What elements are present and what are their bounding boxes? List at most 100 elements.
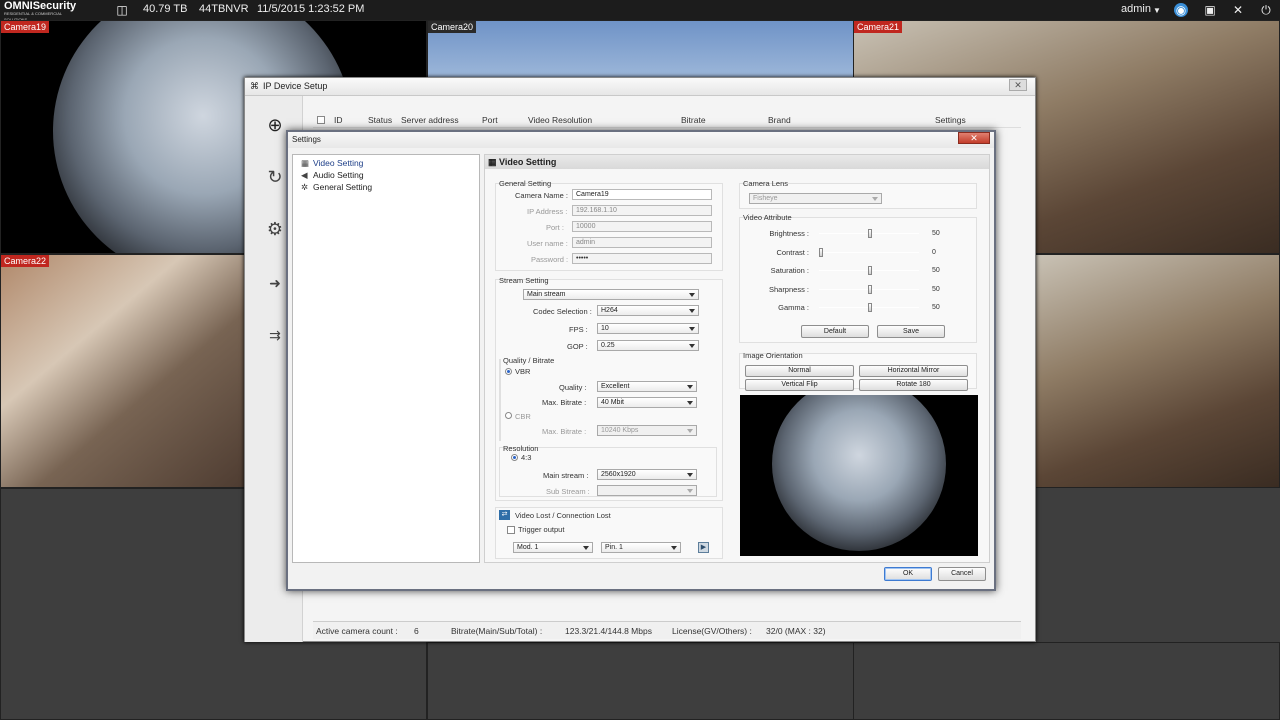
sub-stream-resolution-select[interactable] <box>597 485 697 496</box>
attribute-slider-handle[interactable] <box>868 229 872 238</box>
fps-select[interactable]: 10 <box>597 323 699 334</box>
export-icon[interactable]: ⇉ <box>264 324 286 346</box>
attribute-slider-track[interactable] <box>819 251 919 253</box>
settings-tree: ▦ Video Setting ◀ Audio Setting ✲ General S… <box>292 154 480 563</box>
column-header[interactable]: ID <box>334 115 343 125</box>
attribute-value: 50 <box>932 267 940 274</box>
camera-tile-empty[interactable] <box>853 642 1280 720</box>
port-field[interactable]: 10000 <box>572 221 712 232</box>
pin-select[interactable]: Pin. 1 <box>601 542 681 553</box>
license-label: License(GV/Others) : <box>672 626 752 636</box>
ip-address-label: IP Address : <box>527 207 568 216</box>
column-header[interactable]: Brand <box>768 115 791 125</box>
column-header[interactable]: Bitrate <box>681 115 706 125</box>
camera-tile-empty[interactable] <box>427 642 854 720</box>
preview-image <box>772 395 946 551</box>
column-header[interactable]: Status <box>368 115 392 125</box>
quality-bitrate-group <box>499 359 501 441</box>
column-header[interactable]: Video Resolution <box>528 115 592 125</box>
ip-address-field[interactable]: 192.168.1.10 <box>572 205 712 216</box>
vertical-flip-button[interactable]: Vertical Flip <box>745 379 854 391</box>
play-test-icon[interactable]: ▶ <box>698 542 709 553</box>
normal-button[interactable]: Normal <box>745 365 854 377</box>
quality-select[interactable]: Excellent <box>597 381 697 392</box>
speaker-icon: ◀ <box>301 170 308 180</box>
main-stream-label: Main stream : <box>543 471 589 480</box>
stream-select[interactable]: Main stream <box>523 289 699 300</box>
save-button[interactable]: Save <box>877 325 945 338</box>
cbr-radio[interactable] <box>505 412 512 419</box>
device-table-header: ID Status Server address Port Video Reso… <box>313 112 1021 128</box>
vbr-radio[interactable] <box>505 368 512 375</box>
attribute-slider-handle[interactable] <box>868 266 872 275</box>
camera-preview <box>740 395 978 556</box>
tree-item-video-setting[interactable]: ▦ Video Setting <box>301 158 363 169</box>
power-icon[interactable]: ⏻ <box>1259 3 1273 17</box>
user-name-field[interactable]: admin <box>572 237 712 248</box>
dialog-title: Settings <box>292 135 321 144</box>
attribute-value: 50 <box>932 230 940 237</box>
save-icon[interactable]: ▣ <box>1203 3 1217 17</box>
add-device-icon[interactable]: ⊕ <box>264 114 286 136</box>
quality-label: Quality : <box>559 383 587 392</box>
tools-icon[interactable]: ✕ <box>1231 3 1245 17</box>
camera-tile-22[interactable]: Camera22 <box>0 254 246 488</box>
window-icon: ⌘ <box>250 81 259 91</box>
attribute-slider-handle[interactable] <box>868 303 872 312</box>
main-stream-resolution-select[interactable]: 2560x1920 <box>597 469 697 480</box>
attribute-slider-handle[interactable] <box>868 284 872 294</box>
eye-icon[interactable]: ◉ <box>1174 3 1188 17</box>
gop-select[interactable]: 0.25 <box>597 340 699 351</box>
close-icon[interactable]: ✕ <box>958 132 990 144</box>
active-count-value: 6 <box>414 626 419 636</box>
storage-capacity: 40.79 TB <box>143 3 188 15</box>
password-field[interactable]: ••••• <box>572 253 712 264</box>
gear-icon: ✲ <box>301 182 309 192</box>
aspect-label: 4:3 <box>521 453 532 462</box>
codec-select[interactable]: H264 <box>597 305 699 316</box>
camera-lens-select[interactable]: Fisheye <box>749 193 882 204</box>
vbr-label: VBR <box>515 367 531 376</box>
tree-item-general-setting[interactable]: ✲ General Setting <box>301 182 372 193</box>
license-value: 32/0 (MAX : 32) <box>766 626 826 636</box>
attribute-value: 50 <box>932 285 940 293</box>
ok-button[interactable]: OK <box>884 567 932 581</box>
column-header[interactable]: Settings <box>935 115 966 125</box>
group-title: Video Attribute <box>743 213 792 222</box>
user-menu[interactable]: admin <box>1121 3 1151 15</box>
aspect-radio[interactable] <box>511 454 518 461</box>
panel-header: ▦ Video Setting <box>485 155 989 169</box>
cbr-max-bitrate-select[interactable]: 10240 Kbps <box>597 425 697 436</box>
gear-icon[interactable]: ⚙ <box>264 218 286 240</box>
group-title: Quality / Bitrate <box>503 356 555 365</box>
database-icon[interactable]: ◫ <box>115 3 129 17</box>
cbr-max-bitrate-label: Max. Bitrate : <box>542 427 587 436</box>
attribute-label: Saturation : <box>770 266 809 275</box>
select-all-checkbox[interactable] <box>317 116 325 124</box>
group-title: Resolution <box>503 444 539 453</box>
attribute-slider-handle[interactable] <box>819 247 823 257</box>
camera-label: Camera20 <box>428 21 477 33</box>
tree-item-label: Audio Setting <box>313 170 364 180</box>
module-select[interactable]: Mod. 1 <box>513 542 593 553</box>
close-icon[interactable]: ✕ <box>1009 79 1027 91</box>
camera-tile-23[interactable] <box>1034 254 1280 488</box>
max-bitrate-select[interactable]: 40 Mbit <box>597 397 697 408</box>
cancel-button[interactable]: Cancel <box>938 567 986 581</box>
import-icon[interactable]: ➜ <box>264 272 286 294</box>
column-header[interactable]: Server address <box>401 115 459 125</box>
horizontal-mirror-button[interactable]: Horizontal Mirror <box>859 365 968 377</box>
column-header[interactable]: Port <box>482 115 498 125</box>
group-title: General Setting <box>499 179 552 188</box>
camera-name-field[interactable]: Camera19 <box>572 189 712 200</box>
video-icon: ▦ <box>488 157 497 167</box>
user-menu-caret-icon[interactable]: ▼ <box>1153 6 1161 15</box>
tree-item-audio-setting[interactable]: ◀ Audio Setting <box>301 170 364 181</box>
trigger-output-label: Trigger output <box>518 525 565 534</box>
default-button[interactable]: Default <box>801 325 869 338</box>
refresh-icon[interactable]: ↻ <box>264 166 286 188</box>
rotate-180-button[interactable]: Rotate 180 <box>859 379 968 391</box>
port-label: Port : <box>546 223 564 232</box>
tree-item-label: Video Setting <box>313 158 364 168</box>
trigger-output-checkbox[interactable] <box>507 526 515 534</box>
